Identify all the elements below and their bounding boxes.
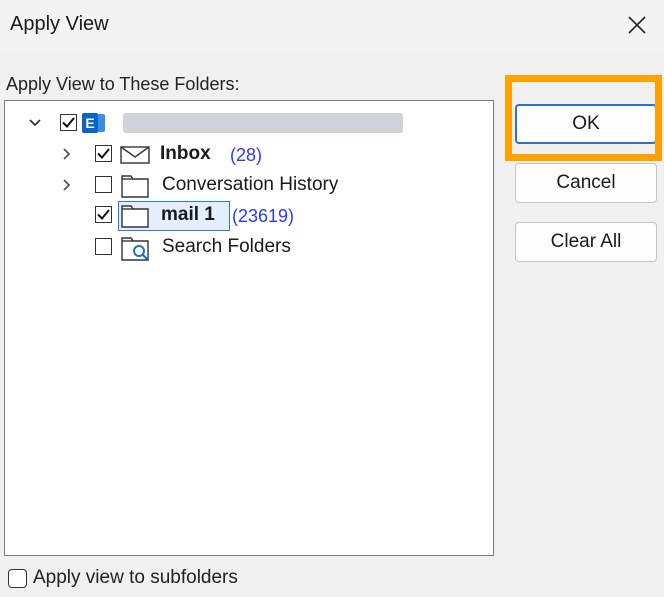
tree-item-label: Inbox <box>160 143 211 164</box>
svg-text:E: E <box>85 115 94 131</box>
chevron-down-icon[interactable] <box>25 113 45 133</box>
root-checkbox[interactable] <box>60 114 77 131</box>
account-name-redacted <box>123 113 403 133</box>
folder-icon <box>120 203 150 229</box>
tree-item-label: mail 1 <box>161 204 215 225</box>
search-folder-icon <box>120 235 150 263</box>
folders-section-label: Apply View to These Folders: <box>6 74 240 94</box>
chevron-right-icon[interactable] <box>57 175 77 195</box>
ok-button[interactable]: OK <box>515 104 657 144</box>
tree-root-row[interactable]: E <box>5 109 493 137</box>
unread-count: (28) <box>230 145 263 165</box>
folder-tree[interactable]: E Inbox (28) Conversation History mail 1… <box>4 100 494 556</box>
title-bar: Apply View <box>0 0 664 52</box>
close-icon[interactable] <box>618 6 656 44</box>
exchange-account-icon: E <box>81 111 107 135</box>
mail-1-checkbox[interactable] <box>95 206 112 223</box>
tree-item-conversation-history[interactable]: Conversation History <box>5 171 493 199</box>
apply-to-subfolders-checkbox[interactable] <box>8 569 27 588</box>
tree-item-mail-1[interactable]: mail 1 (23619) <box>5 201 493 231</box>
search-folders-checkbox[interactable] <box>95 238 112 255</box>
folder-icon <box>120 173 150 199</box>
apply-to-subfolders-label[interactable]: Apply view to subfolders <box>33 567 238 589</box>
tree-item-label: Conversation History <box>162 174 339 195</box>
conversation-history-checkbox[interactable] <box>95 176 112 193</box>
chevron-right-icon[interactable] <box>57 144 77 164</box>
clear-all-button[interactable]: Clear All <box>515 222 657 262</box>
dialog-title: Apply View <box>10 13 109 35</box>
inbox-checkbox[interactable] <box>95 145 112 162</box>
unread-count: (23619) <box>232 206 295 226</box>
tree-item-search-folders[interactable]: Search Folders <box>5 233 493 261</box>
tree-item-label: Search Folders <box>162 236 291 257</box>
mail-icon <box>120 145 150 165</box>
cancel-button[interactable]: Cancel <box>515 163 657 203</box>
tree-item-inbox[interactable]: Inbox (28) <box>5 140 493 168</box>
